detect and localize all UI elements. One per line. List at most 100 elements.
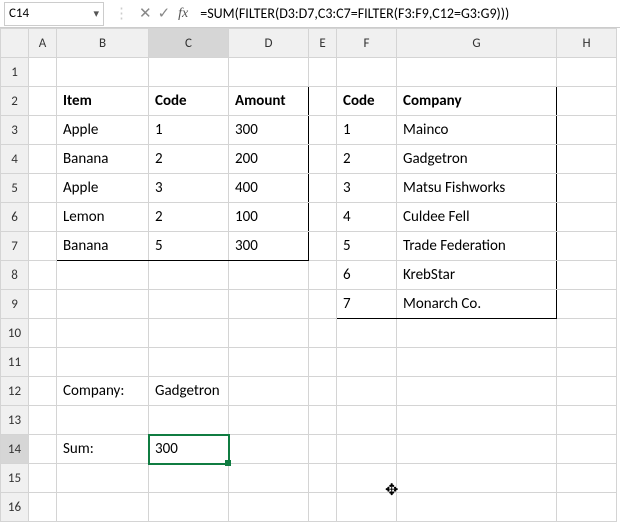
cell[interactable]: Gadgetron xyxy=(397,145,557,174)
cell[interactable] xyxy=(29,232,57,261)
cell[interactable] xyxy=(29,174,57,203)
row-header[interactable]: 6 xyxy=(1,203,29,232)
cell[interactable] xyxy=(557,116,617,145)
cell[interactable] xyxy=(149,58,229,87)
row-header[interactable]: 2 xyxy=(1,87,29,116)
cell[interactable] xyxy=(309,116,337,145)
cell[interactable]: Amount xyxy=(229,87,309,116)
cell[interactable] xyxy=(57,261,149,290)
cell[interactable] xyxy=(29,116,57,145)
col-header-B[interactable]: B xyxy=(57,29,149,58)
cell[interactable] xyxy=(309,435,337,464)
cell[interactable] xyxy=(149,464,229,493)
cell[interactable] xyxy=(309,464,337,493)
col-header-D[interactable]: D xyxy=(229,29,309,58)
cell[interactable]: 1 xyxy=(337,116,397,145)
cell[interactable] xyxy=(337,435,397,464)
formula-input[interactable] xyxy=(194,4,620,23)
col-header-A[interactable]: A xyxy=(29,29,57,58)
cell[interactable] xyxy=(229,493,309,522)
cell[interactable]: Company xyxy=(397,87,557,116)
cell[interactable]: Apple xyxy=(57,174,149,203)
row-header[interactable]: 4 xyxy=(1,145,29,174)
cell[interactable] xyxy=(309,145,337,174)
accept-icon[interactable]: ✓ xyxy=(158,4,171,23)
cell[interactable] xyxy=(229,348,309,377)
cell[interactable] xyxy=(29,145,57,174)
cell[interactable] xyxy=(557,435,617,464)
selected-cell[interactable]: 300 xyxy=(149,435,229,464)
cell[interactable] xyxy=(557,58,617,87)
cell[interactable]: Mainco xyxy=(397,116,557,145)
cell[interactable] xyxy=(229,435,309,464)
row-header[interactable]: 10 xyxy=(1,319,29,348)
cell[interactable]: 5 xyxy=(337,232,397,261)
cell[interactable] xyxy=(57,319,149,348)
cell[interactable]: Code xyxy=(337,87,397,116)
cell[interactable] xyxy=(29,87,57,116)
cell[interactable] xyxy=(29,464,57,493)
cell[interactable]: 2 xyxy=(149,203,229,232)
cell[interactable] xyxy=(29,203,57,232)
cell[interactable] xyxy=(397,406,557,435)
cell[interactable] xyxy=(29,406,57,435)
cell[interactable] xyxy=(57,58,149,87)
select-all-corner[interactable] xyxy=(1,29,29,58)
cell[interactable] xyxy=(29,261,57,290)
cell[interactable] xyxy=(229,290,309,319)
cell[interactable] xyxy=(149,406,229,435)
cell[interactable] xyxy=(309,87,337,116)
cell[interactable] xyxy=(337,406,397,435)
cell[interactable] xyxy=(57,406,149,435)
cell[interactable] xyxy=(557,348,617,377)
cancel-icon[interactable]: ✕ xyxy=(139,4,152,23)
row-header[interactable]: 16 xyxy=(1,493,29,522)
row-header[interactable]: 13 xyxy=(1,406,29,435)
cell[interactable] xyxy=(557,232,617,261)
cell[interactable] xyxy=(397,464,557,493)
cell[interactable]: 2 xyxy=(337,145,397,174)
cell[interactable] xyxy=(229,319,309,348)
row-header[interactable]: 8 xyxy=(1,261,29,290)
col-header-C[interactable]: C xyxy=(149,29,229,58)
cell[interactable] xyxy=(337,493,397,522)
row-header[interactable]: 9 xyxy=(1,290,29,319)
cell[interactable]: Banana xyxy=(57,232,149,261)
row-header[interactable]: 1 xyxy=(1,58,29,87)
cell[interactable] xyxy=(29,58,57,87)
row-header[interactable]: 14 xyxy=(1,435,29,464)
cell[interactable]: KrebStar xyxy=(397,261,557,290)
cell[interactable] xyxy=(57,464,149,493)
cell[interactable] xyxy=(557,377,617,406)
cell[interactable]: Matsu Fishworks xyxy=(397,174,557,203)
cell[interactable] xyxy=(309,58,337,87)
cell[interactable] xyxy=(557,174,617,203)
cell[interactable] xyxy=(397,58,557,87)
cell[interactable] xyxy=(337,377,397,406)
cell[interactable]: Company: xyxy=(57,377,149,406)
cell[interactable]: 300 xyxy=(229,116,309,145)
cell[interactable]: Apple xyxy=(57,116,149,145)
fx-icon[interactable]: fx xyxy=(176,6,190,22)
cell[interactable] xyxy=(309,261,337,290)
cell[interactable] xyxy=(397,348,557,377)
col-header-F[interactable]: F xyxy=(337,29,397,58)
row-header[interactable]: 5 xyxy=(1,174,29,203)
cell[interactable] xyxy=(557,319,617,348)
cell[interactable] xyxy=(557,145,617,174)
cell[interactable] xyxy=(309,348,337,377)
cell[interactable] xyxy=(337,464,397,493)
cell[interactable]: 2 xyxy=(149,145,229,174)
cell[interactable] xyxy=(57,348,149,377)
cell[interactable] xyxy=(149,261,229,290)
cell[interactable]: 3 xyxy=(149,174,229,203)
cell[interactable] xyxy=(557,261,617,290)
cell[interactable] xyxy=(309,174,337,203)
cell[interactable]: 400 xyxy=(229,174,309,203)
spreadsheet-grid[interactable]: A B C D E F G H 1 2 Item Code Amount Cod… xyxy=(0,28,617,522)
row-header[interactable]: 11 xyxy=(1,348,29,377)
cell[interactable]: Gadgetron xyxy=(149,377,229,406)
cell[interactable] xyxy=(149,493,229,522)
cell[interactable] xyxy=(337,58,397,87)
cell[interactable] xyxy=(57,493,149,522)
